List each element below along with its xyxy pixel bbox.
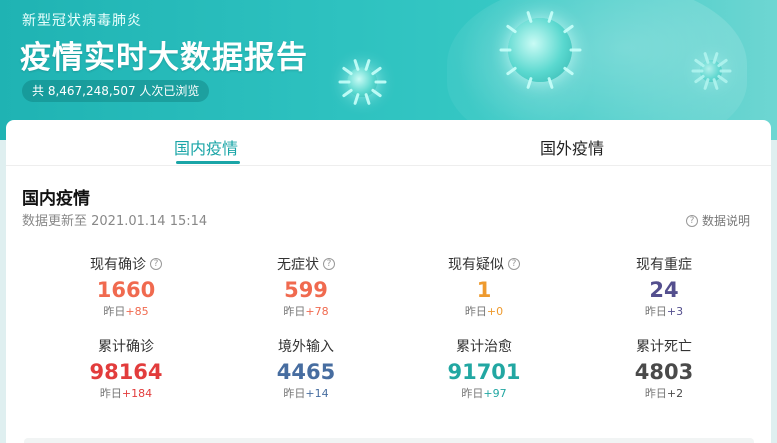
stat-label-text: 累计死亡 xyxy=(636,339,692,355)
stat-cell: 现有确诊? 1660 昨日+85 xyxy=(31,254,221,319)
section-title: 国内疫情 xyxy=(22,189,90,209)
stat-delta-value: +0 xyxy=(486,305,504,318)
virus-spike xyxy=(353,58,360,72)
virus-spike xyxy=(364,58,371,72)
virus-spike xyxy=(353,92,360,106)
stat-cell: 累计死亡 4803 昨日+2 xyxy=(569,336,759,401)
stat-label: 累计死亡 xyxy=(569,336,759,356)
virus-spike xyxy=(338,80,350,84)
stat-delta-value: +184 xyxy=(121,387,153,400)
stat-delta: 昨日+3 xyxy=(569,303,759,319)
banner-title: 疫情实时大数据报告 xyxy=(20,40,308,76)
stat-label-text: 现有疑似 xyxy=(448,257,504,273)
stat-label-text: 累计确诊 xyxy=(98,339,154,355)
stat-value: 98164 xyxy=(89,360,163,384)
stat-delta: 昨日+14 xyxy=(211,385,401,401)
view-count-badge: 共 8,467,248,507 人次已浏览 xyxy=(22,80,210,102)
virus-spike xyxy=(370,66,383,77)
banner-subtitle: 新型冠状病毒肺炎 xyxy=(22,13,142,29)
virus-spike xyxy=(569,48,581,52)
stat-delta-prefix: 昨日 xyxy=(283,305,306,318)
stat-delta-prefix: 昨日 xyxy=(99,387,122,400)
stat-cell: 无症状? 599 昨日+78 xyxy=(211,254,401,319)
virus-spike xyxy=(370,87,383,98)
active-tab-indicator xyxy=(176,161,240,164)
stat-label: 累计确诊 xyxy=(31,336,221,356)
stat-cell: 现有疑似? 1 昨日+0 xyxy=(389,254,579,319)
stat-delta: 昨日+184 xyxy=(31,385,221,401)
stat-delta-value: +3 xyxy=(666,305,684,318)
virus-spike xyxy=(364,92,371,106)
data-explain-link[interactable]: ? 数据说明 xyxy=(686,212,750,229)
virus-spike xyxy=(374,80,386,84)
stat-label: 无症状? xyxy=(211,254,401,274)
help-icon[interactable]: ? xyxy=(323,258,335,270)
stat-delta-value: +2 xyxy=(666,387,684,400)
help-icon: ? xyxy=(686,214,698,227)
stat-label: 累计治愈 xyxy=(389,336,579,356)
stat-delta: 昨日+2 xyxy=(569,385,759,401)
virus-spike xyxy=(341,66,354,77)
help-icon[interactable]: ? xyxy=(150,258,162,270)
stat-delta-prefix: 昨日 xyxy=(644,387,667,400)
stat-delta-prefix: 昨日 xyxy=(464,305,487,318)
stat-value: 1660 xyxy=(96,278,156,302)
stat-label-text: 无症状 xyxy=(277,257,319,273)
stat-delta: 昨日+78 xyxy=(211,303,401,319)
stat-label: 现有确诊? xyxy=(31,254,221,274)
virus-icon xyxy=(499,10,581,90)
stat-cell: 现有重症 24 昨日+3 xyxy=(569,254,759,319)
stat-delta-prefix: 昨日 xyxy=(103,305,126,318)
stat-value: 4803 xyxy=(634,360,694,384)
stat-delta: 昨日+85 xyxy=(31,303,221,319)
stat-value: 91701 xyxy=(447,360,521,384)
stat-label: 现有疑似? xyxy=(389,254,579,274)
help-icon[interactable]: ? xyxy=(508,258,520,270)
tab-foreign[interactable]: 国外疫情 xyxy=(540,135,604,159)
stat-cell: 境外输入 4465 昨日+14 xyxy=(211,336,401,401)
stat-cell: 累计确诊 98164 昨日+184 xyxy=(31,336,221,401)
stat-delta: 昨日+0 xyxy=(389,303,579,319)
stat-delta-prefix: 昨日 xyxy=(644,305,667,318)
update-time: 数据更新至 2021.01.14 15:14 xyxy=(22,214,208,229)
stat-delta-value: +85 xyxy=(125,305,149,318)
stat-delta-value: +97 xyxy=(483,387,507,400)
stat-delta-value: +14 xyxy=(305,387,329,400)
stat-label-text: 累计治愈 xyxy=(456,339,512,355)
header-banner: 新型冠状病毒肺炎 疫情实时大数据报告 共 8,467,248,507 人次已浏览 xyxy=(0,0,777,140)
stat-value: 1 xyxy=(476,278,492,302)
tab-bar: 国内疫情 国外疫情 xyxy=(6,120,771,166)
stat-delta-prefix: 昨日 xyxy=(283,387,306,400)
stat-label-text: 现有确诊 xyxy=(90,257,146,273)
virus-spike xyxy=(691,69,703,73)
next-section-edge xyxy=(24,438,754,443)
stat-cell: 累计治愈 91701 昨日+97 xyxy=(389,336,579,401)
virus-spike xyxy=(719,69,731,73)
virus-icon-small xyxy=(338,58,386,106)
stat-value: 24 xyxy=(649,278,679,302)
tab-domestic[interactable]: 国内疫情 xyxy=(174,135,238,159)
stat-value: 599 xyxy=(284,278,328,302)
stat-delta-value: +78 xyxy=(305,305,329,318)
stat-label-text: 境外输入 xyxy=(278,339,334,355)
stat-value: 4465 xyxy=(276,360,336,384)
stat-delta-prefix: 昨日 xyxy=(461,387,484,400)
stats-card: 国内疫情 国外疫情 国内疫情 数据更新至 2021.01.14 15:14 ? … xyxy=(6,120,771,443)
stat-label-text: 现有重症 xyxy=(636,257,692,273)
stat-delta: 昨日+97 xyxy=(389,385,579,401)
virus-icon-tiny xyxy=(691,51,731,91)
stat-label: 现有重症 xyxy=(569,254,759,274)
virus-spike xyxy=(499,48,511,52)
stat-label: 境外输入 xyxy=(211,336,401,356)
data-explain-label: 数据说明 xyxy=(702,214,751,228)
virus-spike xyxy=(341,87,354,98)
